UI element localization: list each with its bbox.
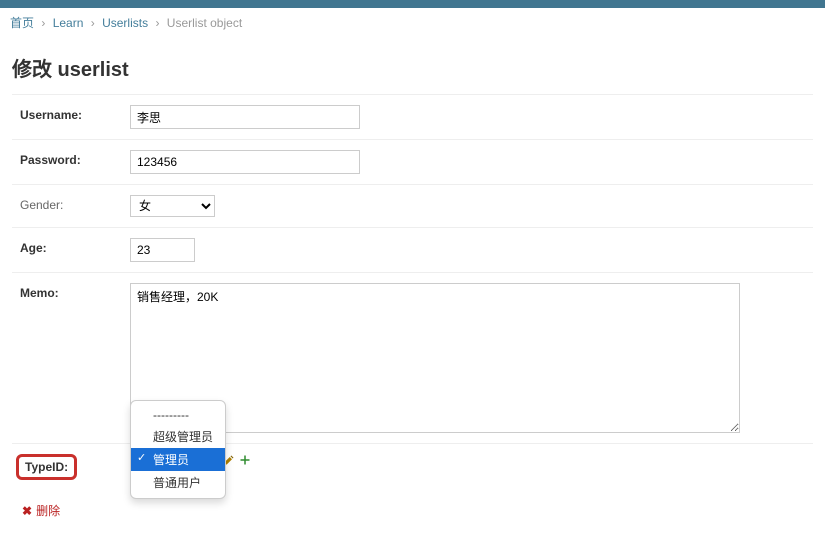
username-input[interactable]: [130, 105, 360, 129]
breadcrumb-sep: ›: [41, 16, 45, 30]
typeid-option-user[interactable]: 普通用户: [131, 471, 225, 494]
typeid-option-admin[interactable]: 管理员: [131, 448, 225, 471]
page-title: 修改 userlist: [12, 53, 813, 82]
breadcrumb-app[interactable]: Learn: [53, 16, 84, 30]
typeid-option-superadmin[interactable]: 超级管理员: [131, 425, 225, 448]
breadcrumb: 首页 › Learn › Userlists › Userlist object: [0, 8, 825, 37]
age-label: Age:: [20, 238, 130, 255]
age-input[interactable]: [130, 238, 195, 262]
breadcrumb-sep: ›: [91, 16, 95, 30]
memo-label: Memo:: [20, 283, 130, 300]
username-label: Username:: [20, 105, 130, 122]
typeid-option-blank[interactable]: ---------: [131, 405, 225, 425]
delete-label: 删除: [36, 504, 60, 518]
gender-label: Gender:: [20, 195, 130, 212]
plus-icon[interactable]: [239, 454, 251, 466]
breadcrumb-sep: ›: [155, 16, 159, 30]
top-bar: [0, 0, 825, 8]
password-label: Password:: [20, 150, 130, 167]
password-input[interactable]: [130, 150, 360, 174]
delete-x-icon: ✖: [22, 504, 32, 518]
typeid-label: TypeID:: [16, 454, 77, 480]
gender-select[interactable]: 女: [130, 195, 215, 217]
typeid-dropdown[interactable]: --------- 超级管理员 管理员 普通用户: [130, 400, 226, 499]
delete-button[interactable]: ✖ 删除: [22, 504, 60, 518]
breadcrumb-current: Userlist object: [167, 16, 242, 30]
breadcrumb-home[interactable]: 首页: [10, 16, 34, 30]
breadcrumb-model[interactable]: Userlists: [102, 16, 148, 30]
